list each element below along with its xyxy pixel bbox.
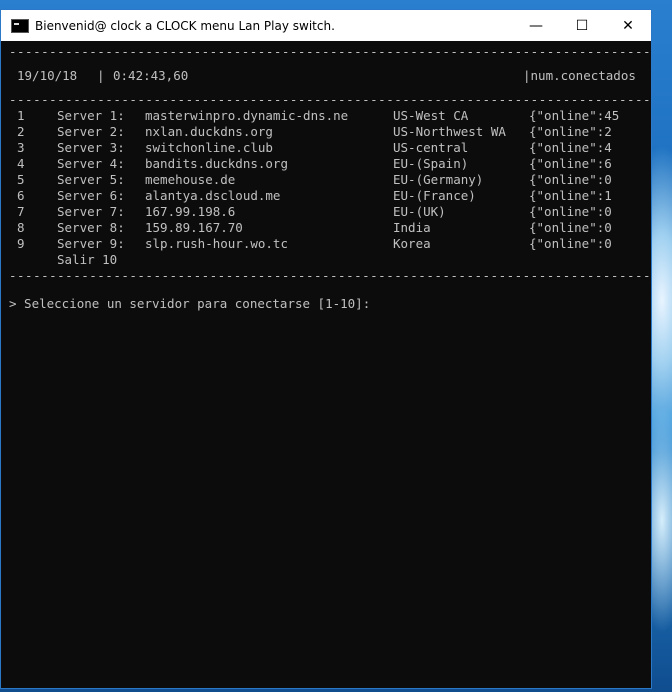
server-number: 6 [17, 188, 25, 203]
server-host: 159.89.167.70 [145, 220, 243, 235]
server-label: Server 9: [57, 236, 125, 251]
exit-option: Salir 10 [1, 252, 651, 268]
server-label: Server 7: [57, 204, 125, 219]
server-label: Server 3: [57, 140, 125, 155]
server-row: 5 Server 5: memehouse.de EU-(Germany) {"onli… [1, 172, 651, 188]
server-online-count: {"online":0 [529, 172, 612, 187]
server-number: 2 [17, 124, 25, 139]
server-online-count: {"online":0 [529, 236, 612, 251]
server-online-count: {"online":4 [529, 140, 612, 155]
separator-line [1, 268, 651, 284]
server-number: 8 [17, 220, 25, 235]
server-region: EU-(Spain) [393, 156, 469, 171]
server-region: Korea [393, 236, 431, 251]
server-row: 8 Server 8: 159.89.167.70 India {"online":0 [1, 220, 651, 236]
close-button[interactable]: ✕ [605, 10, 651, 41]
server-host: nxlan.duckdns.org [145, 124, 273, 139]
header-date: 19/10/18 [17, 68, 78, 83]
server-label: Server 6: [57, 188, 125, 203]
server-host: memehouse.de [145, 172, 236, 187]
exit-label: Salir 10 [57, 252, 118, 267]
server-online-count: {"online":0 [529, 204, 612, 219]
prompt-text: > Seleccione un servidor para conectarse… [9, 296, 371, 311]
header-connected-label: |num.conectados [523, 68, 636, 83]
server-row: 7 Server 7: 167.99.198.6 EU-(UK) {"online":0 [1, 204, 651, 220]
console-icon [11, 18, 29, 33]
server-row: 9 Server 9: slp.rush-hour.wo.tc Korea {"onli… [1, 236, 651, 252]
server-online-count: {"online":2 [529, 124, 612, 139]
server-region: India [393, 220, 431, 235]
server-row: 6 Server 6: alantya.dscloud.me EU-(France) {… [1, 188, 651, 204]
server-label: Server 4: [57, 156, 125, 171]
server-host: switchonline.club [145, 140, 273, 155]
header-time: 0:42:43,60 [113, 68, 189, 83]
server-label: Server 8: [57, 220, 125, 235]
server-row: 1 Server 1: masterwinpro.dynamic-dns.ne US-… [1, 108, 651, 124]
separator-line [1, 44, 651, 60]
server-number: 4 [17, 156, 25, 171]
status-header: 19/10/18 | 0:42:43,60 |num.conectados [1, 68, 651, 84]
server-number: 9 [17, 236, 25, 251]
server-region: EU-(France) [393, 188, 476, 203]
server-online-count: {"online":0 [529, 220, 612, 235]
server-label: Server 5: [57, 172, 125, 187]
server-host: bandits.duckdns.org [145, 156, 288, 171]
separator-line [1, 92, 651, 108]
server-region: US-West CA [393, 108, 469, 123]
window-title: Bienvenid@ clock a CLOCK menu Lan Play s… [35, 18, 335, 33]
server-list: 1 Server 1: masterwinpro.dynamic-dns.ne US-… [1, 108, 651, 252]
console-output[interactable]: 19/10/18 | 0:42:43,60 |num.conectados 1 S… [1, 41, 651, 688]
title-bar[interactable]: Bienvenid@ clock a CLOCK menu Lan Play s… [1, 10, 651, 41]
server-region: EU-(UK) [393, 204, 446, 219]
server-online-count: {"online":1 [529, 188, 612, 203]
server-label: Server 2: [57, 124, 125, 139]
server-host: 167.99.198.6 [145, 204, 236, 219]
server-row: 2 Server 2: nxlan.duckdns.org US-Northwest … [1, 124, 651, 140]
maximize-button[interactable]: ☐ [559, 10, 605, 41]
server-label: Server 1: [57, 108, 125, 123]
server-number: 3 [17, 140, 25, 155]
server-region: EU-(Germany) [393, 172, 484, 187]
server-host: masterwinpro.dynamic-dns.ne [145, 108, 349, 123]
server-host: slp.rush-hour.wo.tc [145, 236, 288, 251]
server-online-count: {"online":6 [529, 156, 612, 171]
header-separator: | [97, 68, 105, 83]
server-number: 1 [17, 108, 25, 123]
server-row: 3 Server 3: switchonline.club US-central {"o… [1, 140, 651, 156]
console-window[interactable]: Bienvenid@ clock a CLOCK menu Lan Play s… [0, 9, 652, 689]
selection-prompt[interactable]: > Seleccione un servidor para conectarse… [1, 296, 651, 312]
server-region: US-central [393, 140, 469, 155]
server-online-count: {"online":45 [529, 108, 620, 123]
server-region: US-Northwest WA [393, 124, 506, 139]
minimize-button[interactable]: — [513, 10, 559, 41]
server-host: alantya.dscloud.me [145, 188, 281, 203]
server-number: 7 [17, 204, 25, 219]
server-number: 5 [17, 172, 25, 187]
server-row: 4 Server 4: bandits.duckdns.org EU-(Spain) {… [1, 156, 651, 172]
